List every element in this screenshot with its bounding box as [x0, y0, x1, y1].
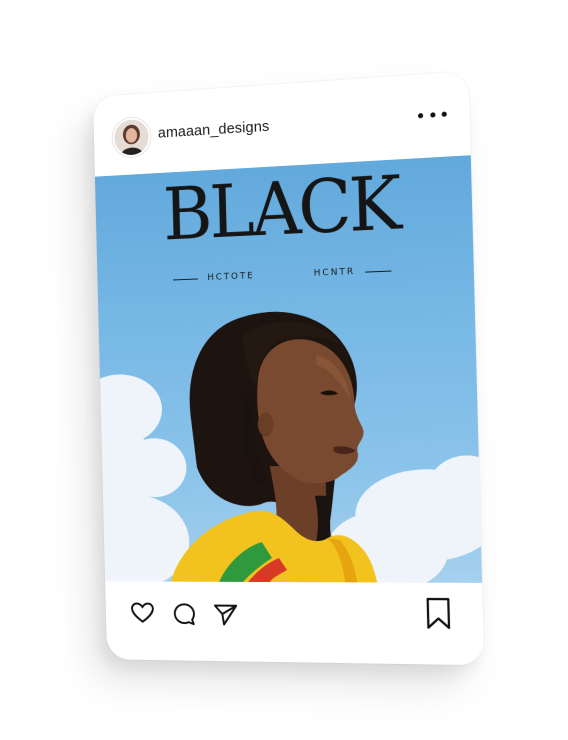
- more-options-icon[interactable]: [417, 103, 447, 125]
- send-icon[interactable]: [212, 602, 240, 633]
- post-actions: [105, 581, 484, 665]
- user-avatar-icon: [114, 118, 149, 156]
- bookmark-icon[interactable]: [425, 597, 453, 635]
- divider: [365, 270, 392, 273]
- instagram-post-card: amaaan_designs BLACK HCTOTE HCNTR: [92, 71, 485, 666]
- post-image[interactable]: BLACK HCTOTE HCNTR: [94, 155, 483, 583]
- comment-icon[interactable]: [172, 601, 198, 632]
- avatar[interactable]: [112, 116, 151, 159]
- post-username[interactable]: amaaan_designs: [158, 118, 270, 142]
- dot: [429, 111, 436, 118]
- divider: [172, 277, 198, 280]
- cover-subtitle-left: HCTOTE: [207, 271, 255, 284]
- dot: [441, 111, 447, 117]
- heart-icon[interactable]: [130, 601, 155, 630]
- stage: amaaan_designs BLACK HCTOTE HCNTR: [0, 0, 568, 740]
- dot: [417, 112, 424, 118]
- cover-subtitle-right: HCNTR: [313, 266, 356, 279]
